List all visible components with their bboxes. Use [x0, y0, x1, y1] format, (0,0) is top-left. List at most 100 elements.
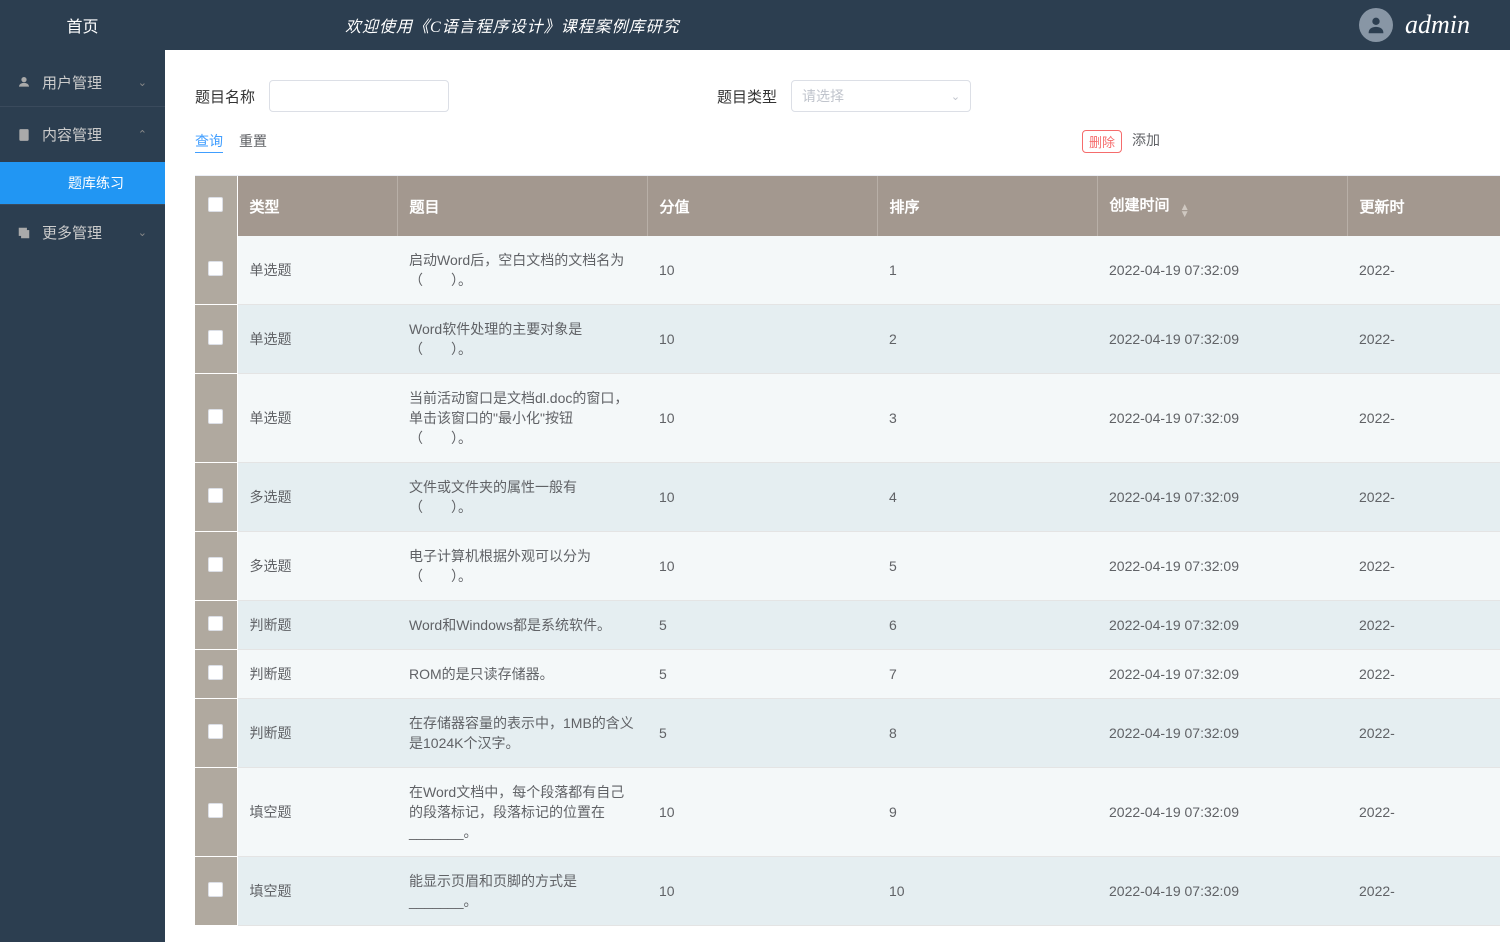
- cell-ctime: 2022-04-19 07:32:09: [1097, 768, 1347, 857]
- table-row: 单选题Word软件处理的主要对象是（ ）。1022022-04-19 07:32…: [195, 305, 1500, 374]
- row-checkbox[interactable]: [208, 616, 223, 631]
- cell-utime: 2022-: [1347, 463, 1500, 532]
- cell-ctime: 2022-04-19 07:32:09: [1097, 601, 1347, 650]
- cell-ctime: 2022-04-19 07:32:09: [1097, 374, 1347, 463]
- cell-utime: 2022-: [1347, 650, 1500, 699]
- cell-score: 10: [647, 857, 877, 926]
- cell-ctime: 2022-04-19 07:32:09: [1097, 305, 1347, 374]
- header-score[interactable]: 分值: [647, 176, 877, 236]
- cell-ctime: 2022-04-19 07:32:09: [1097, 236, 1347, 305]
- header: 首页 欢迎使用《C语言程序设计》课程案例库研究 admin: [0, 0, 1510, 50]
- row-checkbox[interactable]: [208, 557, 223, 572]
- submenu-question-bank[interactable]: 题库练习: [0, 162, 165, 204]
- chevron-down-icon: ⌄: [138, 76, 147, 89]
- stack-icon: [16, 225, 32, 241]
- cell-order: 4: [877, 463, 1097, 532]
- name-input[interactable]: [269, 80, 449, 112]
- table-row: 单选题启动Word后，空白文档的文档名为（ ）。1012022-04-19 07…: [195, 236, 1500, 305]
- cell-utime: 2022-: [1347, 374, 1500, 463]
- submenu-label: 题库练习: [68, 173, 124, 193]
- cell-title: 文件或文件夹的属性一般有（ ）。: [397, 463, 647, 532]
- table-row: 填空题在Word文档中，每个段落都有自己的段落标记，段落标记的位置在______…: [195, 768, 1500, 857]
- header-checkbox-cell: [195, 176, 237, 236]
- cell-title: 电子计算机根据外观可以分为（ ）。: [397, 532, 647, 601]
- name-label: 题目名称: [195, 86, 255, 107]
- cell-order: 8: [877, 699, 1097, 768]
- header-title[interactable]: 题目: [397, 176, 647, 236]
- chevron-up-icon: ⌃: [138, 128, 147, 141]
- cell-utime: 2022-: [1347, 532, 1500, 601]
- cell-type: 单选题: [237, 374, 397, 463]
- table-row: 判断题在存储器容量的表示中，1MB的含义是1024K个汉字。582022-04-…: [195, 699, 1500, 768]
- row-checkbox-cell: [195, 601, 237, 650]
- cell-score: 10: [647, 532, 877, 601]
- row-checkbox[interactable]: [208, 724, 223, 739]
- app-title: 欢迎使用《C语言程序设计》课程案例库研究: [165, 13, 1359, 37]
- data-table: 类型 题目 分值 排序 创建时间 ▲▼ 更新时 单选题启动Word后，空白文档的…: [195, 175, 1500, 926]
- cell-utime: 2022-: [1347, 768, 1500, 857]
- row-checkbox-cell: [195, 463, 237, 532]
- row-checkbox[interactable]: [208, 488, 223, 503]
- cell-order: 9: [877, 768, 1097, 857]
- cell-order: 10: [877, 857, 1097, 926]
- header-type[interactable]: 类型: [237, 176, 397, 236]
- type-label: 题目类型: [717, 86, 777, 107]
- cell-score: 5: [647, 650, 877, 699]
- cell-ctime: 2022-04-19 07:32:09: [1097, 857, 1347, 926]
- cell-ctime: 2022-04-19 07:32:09: [1097, 463, 1347, 532]
- cell-utime: 2022-: [1347, 305, 1500, 374]
- pagination: 共 11 条 10条/页 ⌄ ‹ 1 2 › 前往: [195, 926, 1500, 942]
- row-checkbox-cell: [195, 532, 237, 601]
- cell-title: Word和Windows都是系统软件。: [397, 601, 647, 650]
- cell-type: 单选题: [237, 236, 397, 305]
- table-row: 判断题ROM的是只读存储器。572022-04-19 07:32:092022-: [195, 650, 1500, 699]
- menu-content-management[interactable]: 内容管理 ⌃: [0, 106, 165, 162]
- row-checkbox-cell: [195, 236, 237, 305]
- cell-title: Word软件处理的主要对象是（ ）。: [397, 305, 647, 374]
- header-ctime[interactable]: 创建时间 ▲▼: [1097, 176, 1347, 236]
- row-checkbox[interactable]: [208, 803, 223, 818]
- cell-type: 判断题: [237, 601, 397, 650]
- row-checkbox[interactable]: [208, 261, 223, 276]
- document-icon: [16, 127, 32, 143]
- cell-score: 5: [647, 699, 877, 768]
- row-checkbox-cell: [195, 768, 237, 857]
- cell-order: 7: [877, 650, 1097, 699]
- menu-user-management[interactable]: 用户管理 ⌄: [0, 50, 165, 106]
- menu-more-management[interactable]: 更多管理 ⌄: [0, 204, 165, 260]
- cell-utime: 2022-: [1347, 699, 1500, 768]
- home-link[interactable]: 首页: [0, 13, 165, 37]
- table-row: 填空题能显示页眉和页脚的方式是_______。10102022-04-19 07…: [195, 857, 1500, 926]
- row-checkbox[interactable]: [208, 665, 223, 680]
- table-row: 单选题当前活动窗口是文档dl.doc的窗口，单击该窗口的"最小化"按钮（ ）。1…: [195, 374, 1500, 463]
- table-row: 多选题电子计算机根据外观可以分为（ ）。1052022-04-19 07:32:…: [195, 532, 1500, 601]
- row-checkbox-cell: [195, 699, 237, 768]
- cell-score: 10: [647, 768, 877, 857]
- type-select[interactable]: 请选择 ⌄: [791, 80, 971, 112]
- cell-ctime: 2022-04-19 07:32:09: [1097, 532, 1347, 601]
- delete-button[interactable]: 删除: [1082, 130, 1122, 153]
- cell-title: ROM的是只读存储器。: [397, 650, 647, 699]
- cell-score: 5: [647, 601, 877, 650]
- search-row: 题目名称 题目类型 请选择 ⌄: [195, 80, 1500, 112]
- row-checkbox[interactable]: [208, 882, 223, 897]
- avatar-icon: [1359, 8, 1393, 42]
- cell-title: 在Word文档中，每个段落都有自己的段落标记，段落标记的位置在_______。: [397, 768, 647, 857]
- table-row: 判断题Word和Windows都是系统软件。562022-04-19 07:32…: [195, 601, 1500, 650]
- row-checkbox[interactable]: [208, 330, 223, 345]
- header-order[interactable]: 排序: [877, 176, 1097, 236]
- user-section[interactable]: admin: [1359, 8, 1510, 42]
- select-all-checkbox[interactable]: [208, 197, 223, 212]
- menu-label: 用户管理: [42, 72, 102, 93]
- table-row: 多选题文件或文件夹的属性一般有（ ）。1042022-04-19 07:32:0…: [195, 463, 1500, 532]
- add-button[interactable]: 添加: [1132, 130, 1160, 153]
- cell-title: 能显示页眉和页脚的方式是_______。: [397, 857, 647, 926]
- cell-type: 填空题: [237, 768, 397, 857]
- username: admin: [1405, 10, 1470, 40]
- cell-type: 单选题: [237, 305, 397, 374]
- query-button[interactable]: 查询: [195, 131, 223, 153]
- cell-score: 10: [647, 374, 877, 463]
- reset-button[interactable]: 重置: [239, 131, 267, 153]
- header-utime[interactable]: 更新时: [1347, 176, 1500, 236]
- row-checkbox[interactable]: [208, 409, 223, 424]
